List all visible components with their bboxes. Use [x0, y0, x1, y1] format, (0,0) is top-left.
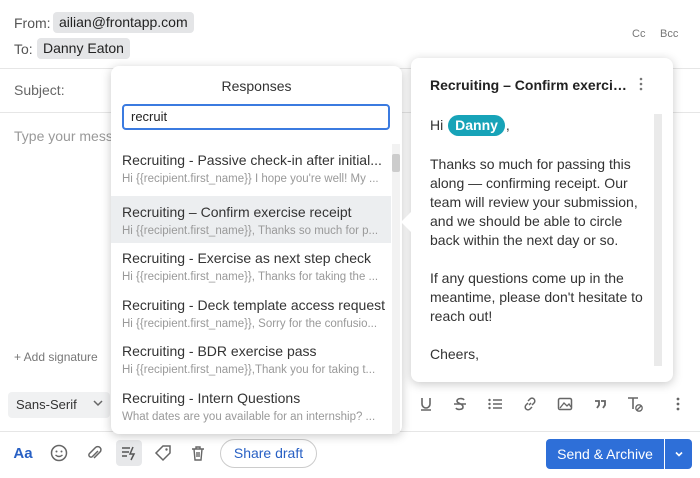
response-item-title: Recruiting – Confirm exercise receipt [122, 204, 352, 220]
response-item-title: Recruiting - BDR exercise pass [122, 343, 317, 359]
response-item-snippet: Hi {{recipient.first_name}}, Thanks so m… [122, 225, 379, 237]
response-item[interactable]: Recruiting - Exercise as next step check… [111, 242, 391, 289]
strikethrough-icon[interactable] [450, 394, 470, 414]
subject-field[interactable]: Subject: [14, 82, 65, 98]
chevron-down-icon [92, 397, 104, 412]
preview-closing: Cheers, [430, 346, 480, 362]
more-vertical-icon[interactable] [638, 76, 644, 97]
response-item-snippet: Hi {{recipient.first_name}}, Sorry for t… [122, 318, 378, 330]
response-item-snippet: Hi {{recipient.first_name}}, Thanks for … [122, 271, 379, 283]
more-vertical-icon[interactable] [668, 394, 688, 414]
responses-popover: Responses recruit Recruiting - Passive c… [111, 66, 402, 434]
action-bar: Aa Share draft Send & Archive [0, 432, 700, 478]
preview-paragraph: Thanks so much for passing this along — … [430, 156, 638, 248]
text-format-button[interactable]: Aa [12, 442, 34, 464]
response-item-snippet: Hi {{recipient.first_name}},Thank you fo… [122, 364, 376, 376]
attachment-icon[interactable] [83, 442, 105, 464]
from-address-chip[interactable]: ailian@frontapp.com [53, 12, 194, 33]
preview-title: Recruiting – Confirm exercise ... [430, 77, 630, 93]
add-signature-button[interactable]: + Add signature [14, 350, 98, 364]
recipient-variable-chip: Danny [448, 115, 505, 136]
bulleted-list-icon[interactable] [485, 394, 505, 414]
responses-title: Responses [221, 78, 292, 94]
quote-icon[interactable] [590, 394, 610, 414]
tag-icon[interactable] [152, 442, 174, 464]
response-item-snippet: Hi {{recipient.first_name}} I hope you'r… [122, 173, 379, 185]
link-icon[interactable] [520, 394, 540, 414]
response-item[interactable]: Recruiting - Intern Questions What dates… [111, 382, 391, 429]
preview-greeting: Hi Danny, [430, 115, 652, 136]
message-body-input[interactable]: Type your message... [14, 128, 114, 144]
send-archive-button[interactable]: Send & Archive [546, 439, 664, 469]
response-item[interactable]: Recruiting - Deck template access reques… [111, 289, 391, 336]
preview-pointer [401, 212, 411, 232]
greeting-prefix: Hi [430, 117, 444, 133]
preview-scrollbar[interactable] [654, 114, 662, 366]
bcc-button[interactable]: Bcc [660, 28, 678, 40]
trash-icon[interactable] [187, 442, 209, 464]
font-family-value: Sans-Serif [16, 397, 77, 412]
chevron-down-icon [674, 449, 684, 459]
responses-scrollbar-thumb[interactable] [392, 154, 400, 172]
response-item-title: Recruiting - Passive check-in after init… [122, 152, 382, 168]
from-row: From: ailian@frontapp.com [0, 10, 700, 36]
responses-icon[interactable] [116, 440, 142, 466]
from-label: From: [14, 15, 51, 31]
responses-search-input[interactable]: recruit [122, 104, 390, 130]
response-item-snippet: What dates are you available for an inte… [122, 411, 376, 423]
recipient-chip[interactable]: Danny Eaton [37, 38, 130, 59]
preview-paragraph: If any questions come up in the meantime… [430, 270, 643, 324]
response-item-title: Recruiting - Deck template access reques… [122, 297, 385, 313]
greeting-suffix: , [505, 117, 510, 133]
response-item-title: Recruiting - Intern Questions [122, 390, 301, 406]
share-draft-button[interactable]: Share draft [220, 439, 317, 468]
response-item[interactable]: Recruiting – Confirm exercise receipt Hi… [111, 196, 391, 243]
underline-icon[interactable] [416, 394, 436, 414]
response-preview-popover: Recruiting – Confirm exercise ... Hi Dan… [411, 58, 673, 382]
response-item-title: Recruiting - Exercise as next step check [122, 250, 371, 266]
cc-button[interactable]: Cc [632, 28, 645, 40]
image-icon[interactable] [555, 394, 575, 414]
preview-body: Hi Danny, Thanks so much for passing thi… [430, 115, 652, 383]
response-item[interactable]: Recruiting - Passive check-in after init… [111, 144, 391, 191]
response-item[interactable]: Recruiting - BDR exercise pass Hi {{reci… [111, 335, 391, 382]
responses-scrollbar[interactable] [392, 144, 400, 434]
send-options-dropdown[interactable] [665, 439, 692, 469]
emoji-icon[interactable] [48, 442, 70, 464]
font-family-select[interactable]: Sans-Serif [8, 392, 110, 418]
clear-formatting-icon[interactable] [625, 394, 645, 414]
to-label: To: [14, 41, 33, 57]
